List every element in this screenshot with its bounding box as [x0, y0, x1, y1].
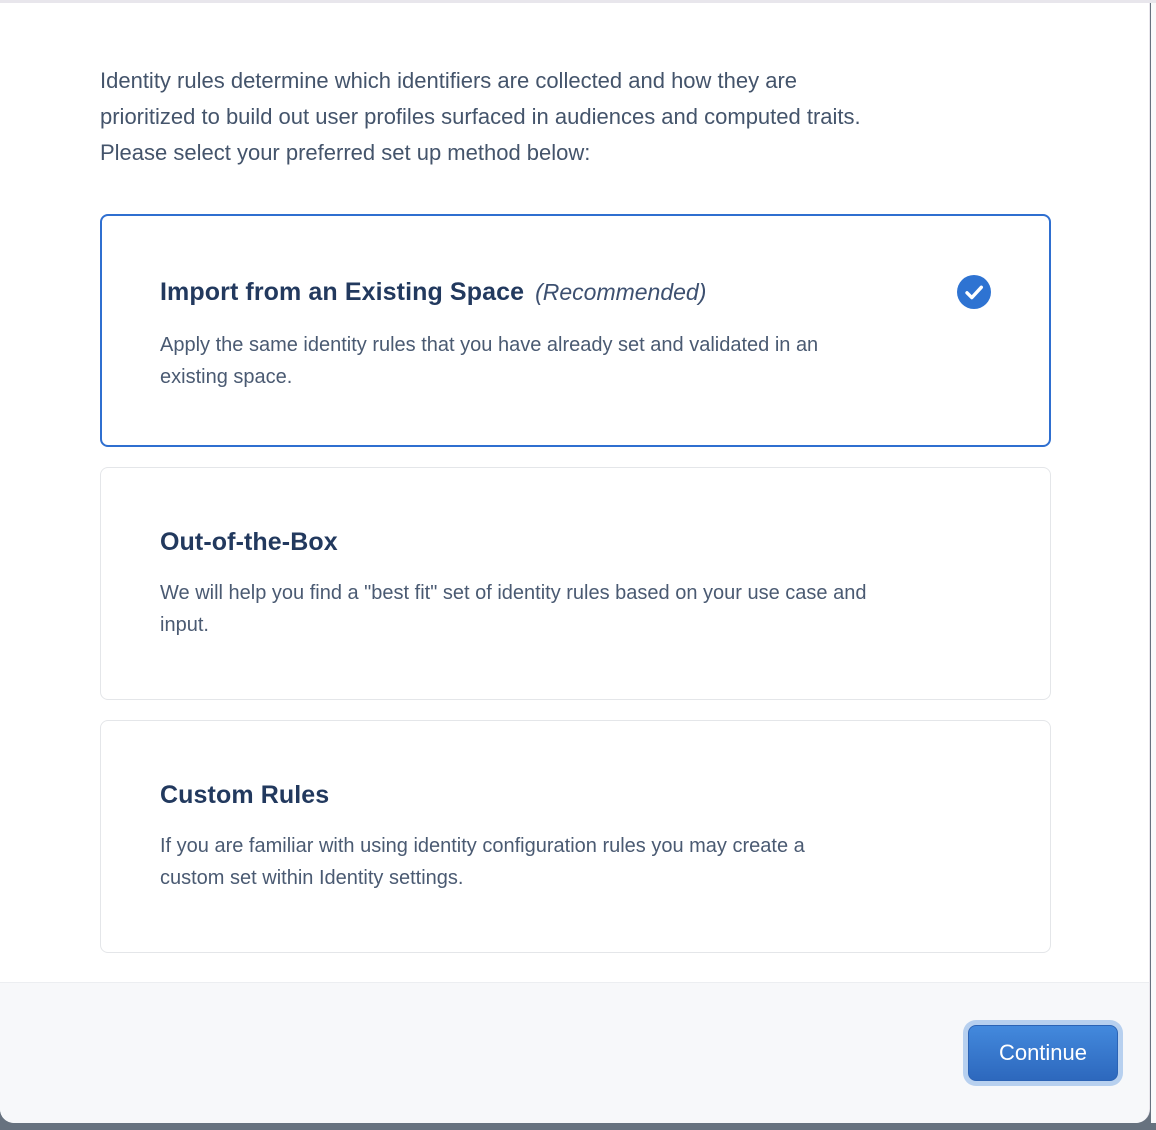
recommended-label: (Recommended)	[535, 279, 706, 306]
card-description-line: We will help you find a "best fit" set o…	[160, 577, 991, 609]
top-edge-divider	[0, 0, 1156, 3]
option-card-custom-rules[interactable]: Custom Rules If you are familiar with us…	[100, 720, 1051, 953]
modal-body: Identity rules determine which identifie…	[0, 3, 1149, 982]
card-description: If you are familiar with using identity …	[160, 830, 991, 894]
card-title: Import from an Existing Space	[160, 278, 524, 307]
identity-setup-modal: Identity rules determine which identifie…	[0, 3, 1150, 1123]
intro-line: Identity rules determine which identifie…	[100, 68, 797, 93]
card-title-row: Custom Rules	[160, 781, 991, 810]
continue-button[interactable]: Continue	[968, 1025, 1118, 1081]
card-title: Out-of-the-Box	[160, 528, 338, 557]
check-icon	[957, 275, 991, 309]
card-description: We will help you find a "best fit" set o…	[160, 577, 991, 641]
option-card-import-existing-space[interactable]: Import from an Existing Space (Recommend…	[100, 214, 1051, 447]
card-description: Apply the same identity rules that you h…	[160, 329, 991, 393]
card-title-row: Import from an Existing Space (Recommend…	[160, 275, 991, 309]
card-description-line: Apply the same identity rules that you h…	[160, 329, 991, 361]
card-description-line: custom set within Identity settings.	[160, 862, 991, 894]
intro-text: Identity rules determine which identifie…	[100, 63, 1051, 171]
intro-line: Please select your preferred set up meth…	[100, 140, 590, 165]
option-card-out-of-the-box[interactable]: Out-of-the-Box We will help you find a "…	[100, 467, 1051, 700]
card-description-line: If you are familiar with using identity …	[160, 830, 991, 862]
right-page-background	[1151, 3, 1156, 1123]
card-title: Custom Rules	[160, 781, 329, 810]
card-description-line: existing space.	[160, 361, 991, 393]
screen: Identity rules determine which identifie…	[0, 0, 1156, 1130]
modal-footer: Continue	[0, 982, 1149, 1123]
card-title-row: Out-of-the-Box	[160, 528, 991, 557]
intro-line: prioritized to build out user profiles s…	[100, 104, 861, 129]
card-description-line: input.	[160, 609, 991, 641]
